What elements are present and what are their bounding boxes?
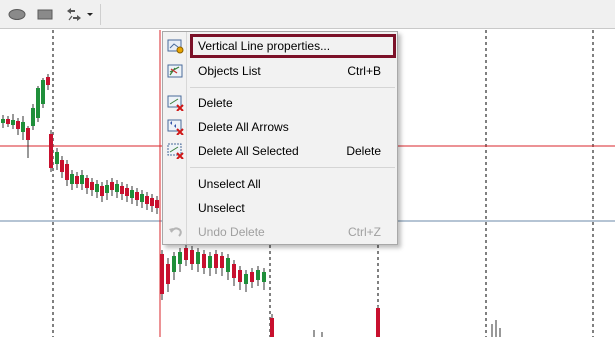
menu-item-delete-all-arrows[interactable]: Delete All Arrows: [163, 116, 397, 138]
undo-icon: [169, 227, 182, 237]
menu-item-unselect-all[interactable]: Unselect All: [163, 173, 397, 195]
menu-item-shortcut: Delete: [346, 144, 381, 158]
menu-item-label: Objects List: [198, 64, 261, 78]
menu-item-label: Undo Delete: [198, 225, 265, 239]
objects-list-icon: [167, 64, 183, 78]
highlight-box: [190, 34, 396, 58]
menu-item-label: Delete All Selected: [198, 144, 299, 158]
menu-item-unselect[interactable]: Unselect: [163, 197, 397, 219]
menu-item-label: Delete All Arrows: [198, 120, 289, 134]
menu-separator: [190, 167, 395, 168]
menu-separator: [190, 87, 395, 88]
menu-item-delete-all-selected[interactable]: Delete All Selected Delete: [163, 140, 397, 162]
menu-item-delete[interactable]: Delete: [163, 92, 397, 114]
properties-icon: [167, 39, 184, 54]
menu-item-label: Delete: [198, 96, 233, 110]
menu-item-shortcut: Ctrl+Z: [348, 225, 381, 239]
arrows-tool-icon[interactable]: [65, 7, 83, 22]
ellipse-tool-icon[interactable]: [7, 7, 27, 22]
drawing-toolbar: [0, 0, 615, 29]
menu-item-label: Unselect All: [198, 177, 261, 191]
menu-item-label: Unselect: [198, 201, 245, 215]
delete-icon: [167, 95, 184, 111]
toolbar-separator: [100, 4, 101, 25]
context-menu: Vertical Line properties... Objects List…: [162, 31, 398, 245]
menu-item-shortcut: Ctrl+B: [347, 64, 381, 78]
delete-all-selected-icon: [167, 143, 184, 159]
rectangle-tool-icon[interactable]: [36, 7, 54, 22]
delete-all-arrows-icon: [167, 119, 184, 135]
dropdown-arrow-icon[interactable]: [86, 7, 94, 22]
menu-item-objects-list[interactable]: Objects List Ctrl+B: [163, 60, 397, 82]
menu-item-undo-delete: Undo Delete Ctrl+Z: [163, 221, 397, 243]
